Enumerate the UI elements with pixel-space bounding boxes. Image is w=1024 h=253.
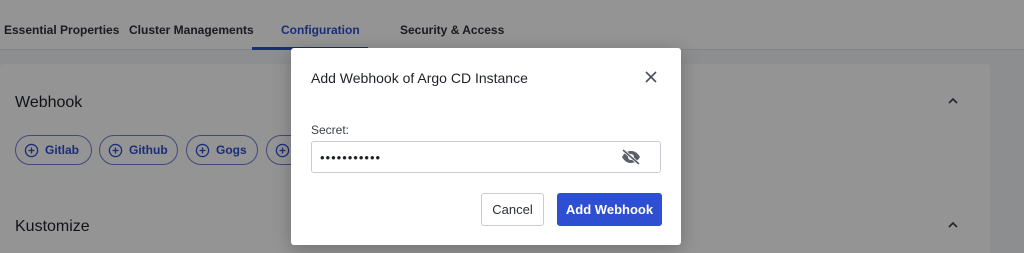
secret-input[interactable] — [311, 141, 661, 173]
eye-off-icon[interactable] — [620, 148, 642, 166]
dialog-title: Add Webhook of Argo CD Instance — [311, 70, 528, 86]
secret-label: Secret: — [311, 123, 350, 137]
add-webhook-dialog: Add Webhook of Argo CD Instance Secret: … — [291, 48, 681, 245]
page: Essential Properties Cluster Managements… — [0, 0, 1024, 253]
add-webhook-button[interactable]: Add Webhook — [557, 193, 662, 226]
close-icon[interactable] — [643, 69, 659, 85]
cancel-button[interactable]: Cancel — [481, 193, 544, 226]
